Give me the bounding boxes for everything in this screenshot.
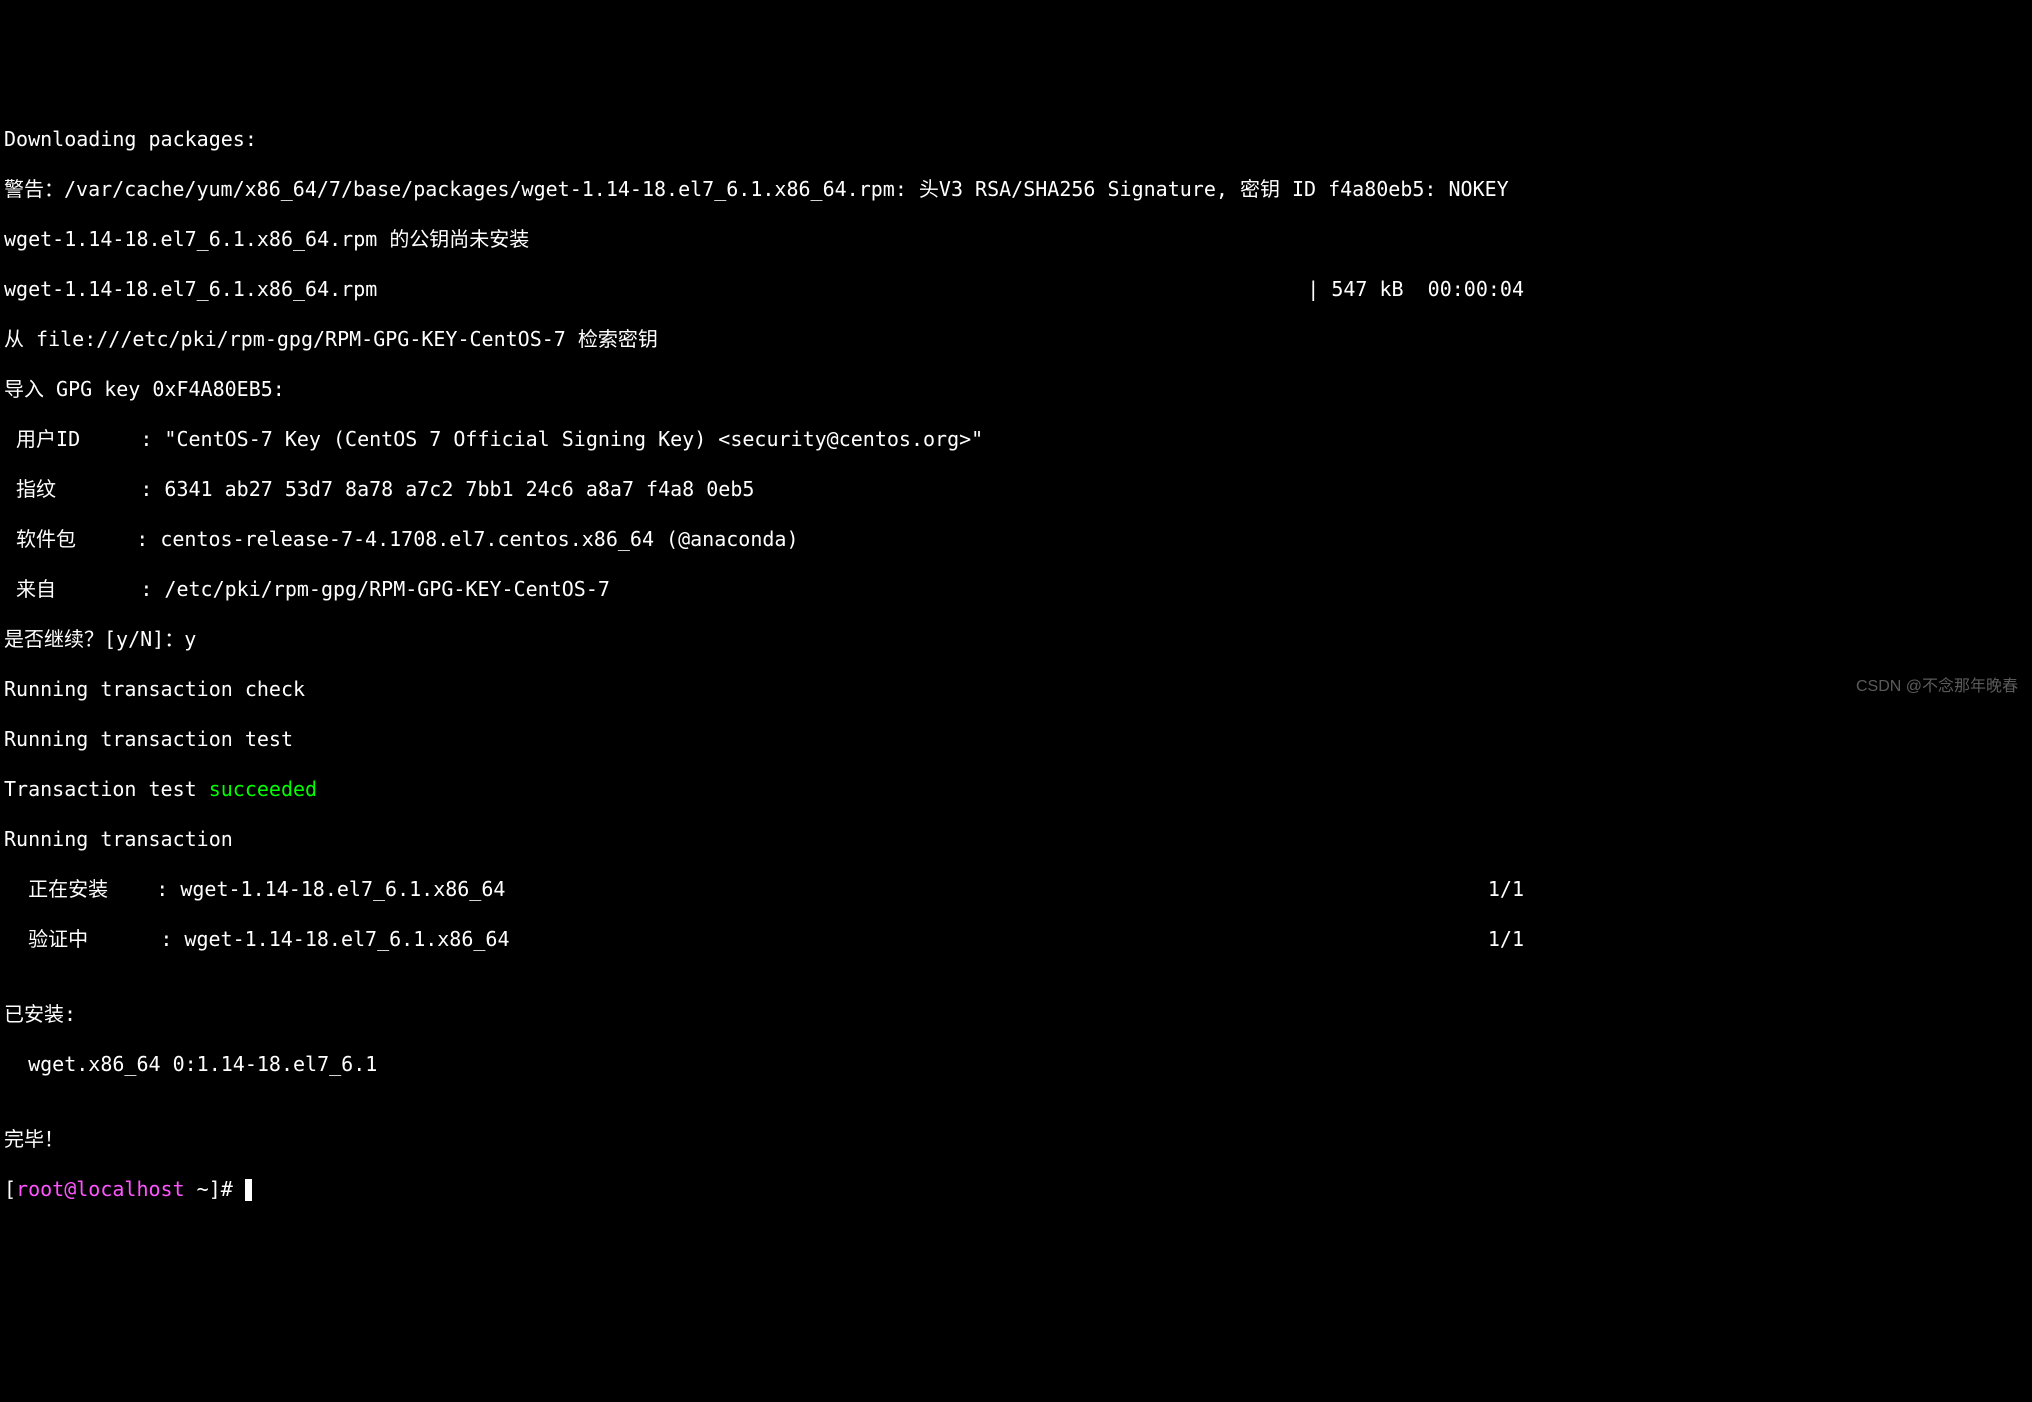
cursor-icon	[245, 1179, 252, 1201]
terminal-output[interactable]: Downloading packages: 警告：/var/cache/yum/…	[4, 102, 2028, 1227]
output-line: 来自 : /etc/pki/rpm-gpg/RPM-GPG-KEY-CentOS…	[4, 577, 2028, 602]
output-line: 从 file:///etc/pki/rpm-gpg/RPM-GPG-KEY-Ce…	[4, 327, 2028, 352]
output-line: 完毕！	[4, 1127, 2028, 1152]
download-stats: | 547 kB 00:00:04	[1307, 277, 1524, 302]
output-line: 导入 GPG key 0xF4A80EB5:	[4, 377, 2028, 402]
output-line: wget-1.14-18.el7_6.1.x86_64.rpm 的公钥尚未安装	[4, 227, 2028, 252]
output-line: Running transaction	[4, 827, 2028, 852]
prompt-user: root	[16, 1177, 64, 1201]
install-step: 正在安装 : wget-1.14-18.el7_6.1.x86_64	[4, 877, 505, 902]
prompt-host: localhost	[76, 1177, 184, 1201]
output-line: 已安装:	[4, 1002, 2028, 1027]
confirm-prompt: 是否继续？[y/N]：y	[4, 627, 2028, 652]
output-line: 软件包 : centos-release-7-4.1708.el7.centos…	[4, 527, 2028, 552]
prompt-bracket-open: [	[4, 1177, 16, 1201]
output-line: 验证中 : wget-1.14-18.el7_6.1.x86_64 1/1	[4, 927, 1524, 952]
watermark: CSDN @不念那年晚春	[1856, 677, 2018, 697]
trans-test-label: Transaction test	[4, 777, 209, 801]
output-line: wget-1.14-18.el7_6.1.x86_64.rpm | 547 kB …	[4, 277, 1524, 302]
rpm-name: wget-1.14-18.el7_6.1.x86_64.rpm	[4, 277, 377, 302]
shell-prompt[interactable]: [root@localhost ~]#	[4, 1177, 2028, 1202]
verify-step: 验证中 : wget-1.14-18.el7_6.1.x86_64	[4, 927, 510, 952]
prompt-tail: ~]#	[185, 1177, 245, 1201]
output-line: 警告：/var/cache/yum/x86_64/7/base/packages…	[4, 177, 2028, 202]
output-line: 指纹 : 6341 ab27 53d7 8a78 a7c2 7bb1 24c6 …	[4, 477, 2028, 502]
output-line: Running transaction check	[4, 677, 2028, 702]
output-line: wget.x86_64 0:1.14-18.el7_6.1	[4, 1052, 2028, 1077]
output-line: 用户ID : "CentOS-7 Key (CentOS 7 Official …	[4, 427, 2028, 452]
output-line: 正在安装 : wget-1.14-18.el7_6.1.x86_64 1/1	[4, 877, 1524, 902]
output-line: Transaction test succeeded	[4, 777, 2028, 802]
output-line: Downloading packages:	[4, 127, 2028, 152]
output-line: Running transaction test	[4, 727, 2028, 752]
progress-count: 1/1	[1488, 877, 1524, 902]
progress-count: 1/1	[1488, 927, 1524, 952]
prompt-at: @	[64, 1177, 76, 1201]
succeeded-status: succeeded	[209, 777, 317, 801]
